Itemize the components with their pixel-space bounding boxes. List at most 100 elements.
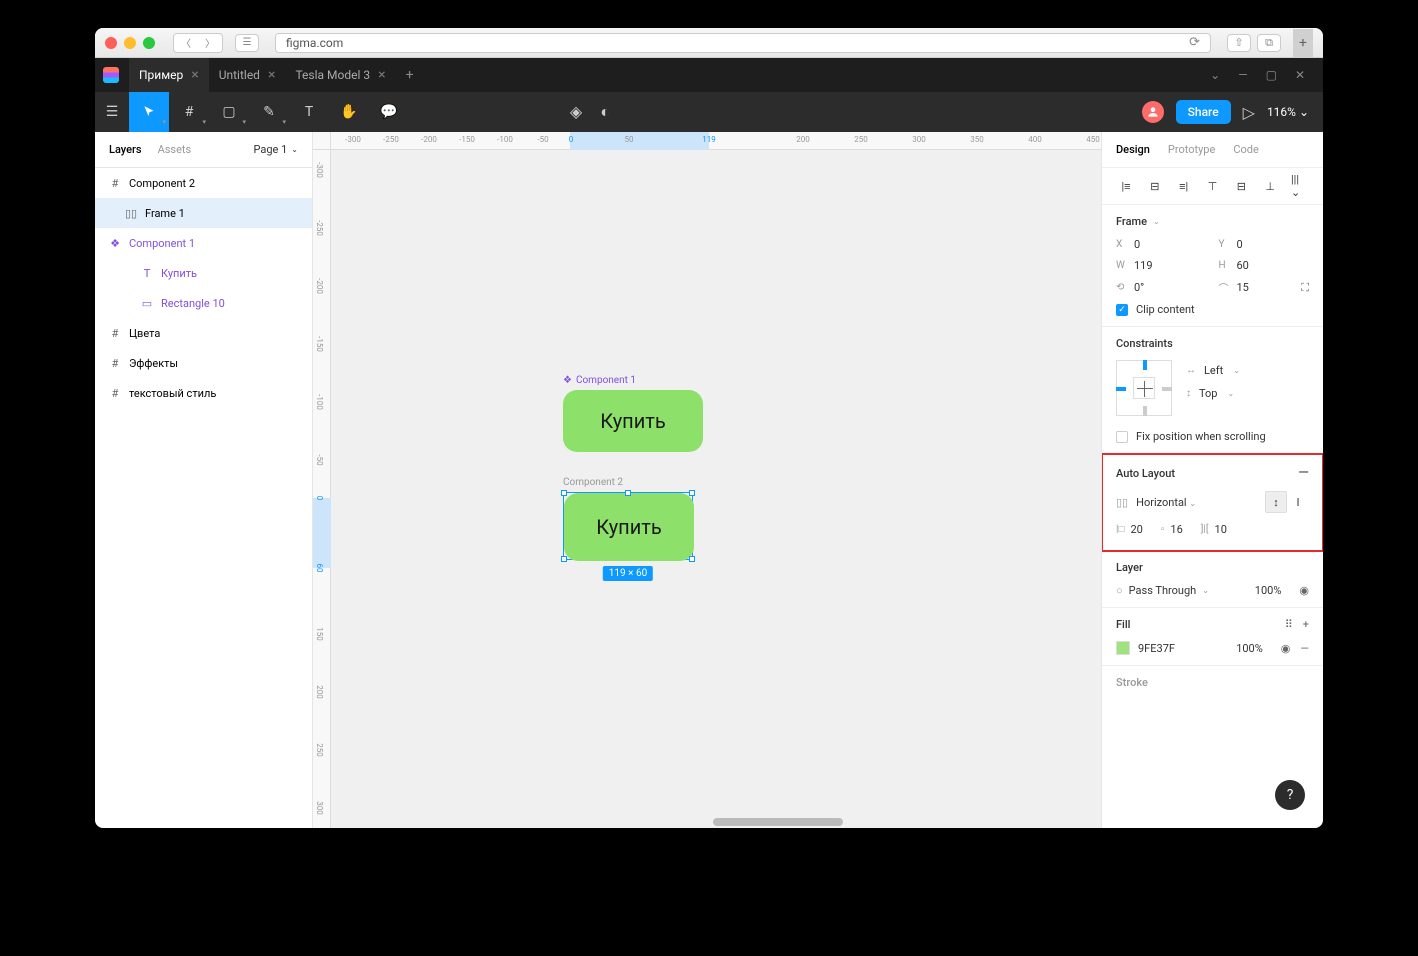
layer-row[interactable]: TКупить <box>95 258 312 288</box>
tabs-icon[interactable]: ⧉ <box>1257 34 1281 52</box>
opacity-input[interactable]: 100% <box>1255 584 1282 597</box>
radius-input[interactable]: 15 <box>1237 281 1249 294</box>
avatar[interactable] <box>1142 101 1164 123</box>
visibility-icon[interactable]: ◉ <box>1281 642 1291 655</box>
prototype-tab[interactable]: Prototype <box>1168 143 1215 156</box>
expand-radius-icon[interactable]: ⛶ <box>1301 281 1309 295</box>
minimize-window-icon[interactable] <box>124 37 136 49</box>
forward-button[interactable]: 〉 <box>198 34 222 52</box>
close-icon[interactable]: × <box>191 67 198 83</box>
share-button[interactable]: Share <box>1176 100 1231 124</box>
add-fill-button[interactable]: + <box>1303 618 1309 631</box>
url-bar[interactable]: figma.com ⟳ <box>275 33 1211 53</box>
layer-row[interactable]: #Цвета <box>95 318 312 348</box>
layers-tab[interactable]: Layers <box>109 143 142 156</box>
fix-position-checkbox[interactable] <box>1116 431 1128 443</box>
direction-dropdown[interactable]: Horizontal ⌄ <box>1136 496 1196 509</box>
constraint-h-dropdown[interactable]: ↔Left⌄ <box>1186 364 1240 377</box>
distribute-icon[interactable]: |||⌄ <box>1291 178 1307 194</box>
visibility-icon[interactable]: ◉ <box>1299 584 1309 597</box>
clip-content-checkbox[interactable]: ✓ <box>1116 304 1128 316</box>
close-icon[interactable]: × <box>268 67 275 83</box>
hand-tool[interactable]: ✋ <box>329 92 369 132</box>
resize-handle[interactable] <box>689 490 695 496</box>
constraint-v-dropdown[interactable]: ↕Top⌄ <box>1186 387 1240 400</box>
stretch-horizontal-icon[interactable]: I <box>1287 491 1309 513</box>
component-label[interactable]: Component 2 <box>563 477 623 488</box>
maximize-icon[interactable]: ▢ <box>1266 68 1277 82</box>
color-swatch[interactable] <box>1116 641 1130 655</box>
layer-row[interactable]: #Эффекты <box>95 348 312 378</box>
x-input[interactable]: 0 <box>1134 238 1140 251</box>
menu-button[interactable]: ☰ <box>95 92 129 132</box>
component-label[interactable]: ❖ Component 1 <box>563 375 636 386</box>
maximize-window-icon[interactable] <box>143 37 155 49</box>
frame-tool[interactable]: #▾ <box>169 92 209 132</box>
canvas[interactable]: -300 -250 -200 -150 -100 -50 0 50 119 20… <box>313 132 1101 828</box>
present-icon[interactable]: ▷ <box>1243 103 1255 122</box>
help-button[interactable]: ? <box>1275 780 1305 810</box>
align-left-icon[interactable]: |≡ <box>1118 178 1134 194</box>
rotation-input[interactable]: 0° <box>1134 281 1144 294</box>
hex-input[interactable]: 9FE37F <box>1138 642 1175 655</box>
text-tool[interactable]: T <box>289 92 329 132</box>
y-input[interactable]: 0 <box>1237 238 1243 251</box>
align-bottom-icon[interactable]: ⊥ <box>1262 178 1278 194</box>
assets-tab[interactable]: Assets <box>158 143 192 156</box>
page-selector[interactable]: Page 1 ⌄ <box>254 143 299 156</box>
comment-tool[interactable]: 💬 <box>369 92 409 132</box>
resize-handle[interactable] <box>561 556 567 562</box>
file-tab-active[interactable]: Пример × <box>129 58 209 92</box>
canvas-button-1[interactable]: Купить <box>563 390 703 452</box>
share-icon[interactable]: ⇧ <box>1227 34 1251 52</box>
layer-row-component[interactable]: ❖Component 1 <box>95 228 312 258</box>
move-tool[interactable]: ▾ <box>129 92 169 132</box>
blend-mode-dropdown[interactable]: ○Pass Through ⌄ <box>1116 584 1209 597</box>
chevron-down-icon[interactable]: ⌄ <box>1210 68 1220 82</box>
gap-input[interactable]: 10 <box>1215 523 1227 536</box>
close-window-icon[interactable] <box>105 37 117 49</box>
layer-row-selected[interactable]: ▯▯Frame 1 <box>95 198 312 228</box>
reload-icon[interactable]: ⟳ <box>1189 35 1200 50</box>
resize-handle[interactable] <box>625 490 631 496</box>
layer-row[interactable]: #Component 2 <box>95 168 312 198</box>
resize-handle[interactable] <box>689 556 695 562</box>
pen-tool[interactable]: ✎▾ <box>249 92 289 132</box>
minimize-icon[interactable]: — <box>1238 68 1247 82</box>
align-vcenter-icon[interactable]: ⊟ <box>1233 178 1249 194</box>
layer-row[interactable]: ▭Rectangle 10 <box>95 288 312 318</box>
remove-autolayout-button[interactable]: — <box>1298 465 1309 481</box>
close-icon[interactable]: ✕ <box>1295 68 1305 82</box>
resize-handle[interactable] <box>561 490 567 496</box>
file-tab[interactable]: Untitled × <box>209 58 286 92</box>
canvas-button-2[interactable]: Купить <box>564 493 694 561</box>
frame-section-title[interactable]: Frame⌄ <box>1116 215 1309 228</box>
align-right-icon[interactable]: ≡| <box>1176 178 1192 194</box>
new-file-tab-button[interactable]: + <box>396 67 424 83</box>
new-tab-button[interactable]: + <box>1293 29 1313 57</box>
zoom-level[interactable]: 116% ⌄ <box>1267 105 1309 119</box>
height-input[interactable]: 60 <box>1237 259 1249 272</box>
back-button[interactable]: 〈 <box>174 34 198 52</box>
padding-v-input[interactable]: 16 <box>1170 523 1182 536</box>
align-hcenter-icon[interactable]: ⊟ <box>1147 178 1163 194</box>
constraints-widget[interactable] <box>1116 360 1172 416</box>
code-tab[interactable]: Code <box>1233 143 1258 156</box>
figma-logo-icon[interactable] <box>103 67 119 83</box>
component-icon[interactable]: ◈ <box>570 102 582 122</box>
fill-opacity-input[interactable]: 100% <box>1236 642 1263 655</box>
stretch-vertical-icon[interactable]: ↕ <box>1265 491 1287 513</box>
sidebar-toggle-icon[interactable]: ☰ <box>235 34 259 52</box>
scrollbar-horizontal[interactable] <box>713 818 843 826</box>
file-tab[interactable]: Tesla Model 3 × <box>285 58 395 92</box>
layer-row[interactable]: #текстовый стиль <box>95 378 312 408</box>
selection-box[interactable]: Купить <box>563 492 693 560</box>
shape-tool[interactable]: ▢▾ <box>209 92 249 132</box>
mask-icon[interactable]: ◐ <box>600 102 610 122</box>
width-input[interactable]: 119 <box>1134 259 1153 272</box>
remove-fill-button[interactable]: — <box>1300 642 1309 655</box>
design-tab[interactable]: Design <box>1116 143 1150 156</box>
style-icon[interactable]: ⠿ <box>1285 618 1293 631</box>
align-top-icon[interactable]: ⊤ <box>1204 178 1220 194</box>
padding-h-input[interactable]: 20 <box>1130 523 1142 536</box>
